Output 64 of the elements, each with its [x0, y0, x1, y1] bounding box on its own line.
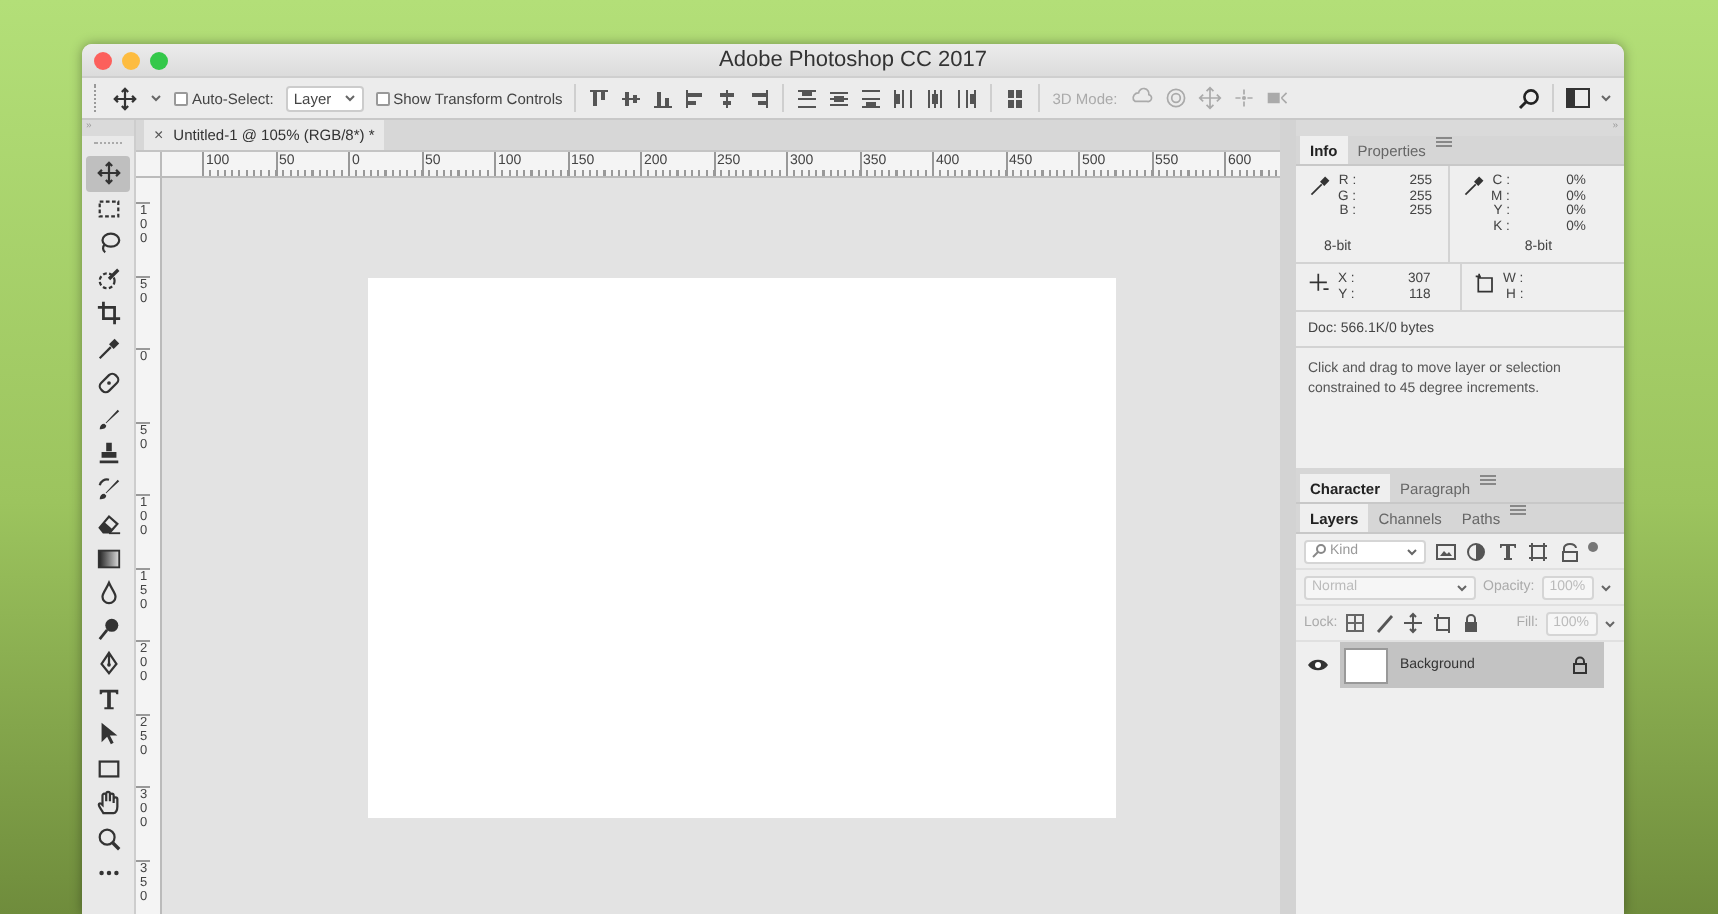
type-filter-icon[interactable] — [1495, 539, 1519, 563]
lock-icon[interactable] — [1572, 656, 1588, 674]
lock-pixels-icon[interactable] — [1344, 612, 1367, 634]
rectangle-icon — [95, 755, 121, 782]
rectangular-marquee-icon — [95, 195, 121, 222]
distribute-left-icon[interactable] — [892, 87, 915, 109]
pen-icon — [95, 650, 121, 677]
close-icon[interactable]: × — [154, 126, 164, 144]
gradient-icon — [95, 545, 121, 572]
move-tool-button[interactable] — [86, 156, 130, 191]
workspace-icon[interactable] — [1566, 88, 1590, 108]
eyedropper-icon[interactable] — [1461, 174, 1485, 198]
caret-icon — [1456, 581, 1468, 593]
search-icon — [1312, 544, 1326, 558]
move-icon[interactable] — [112, 85, 138, 111]
distribute-bottom-icon[interactable] — [860, 87, 883, 109]
distribute-spacing-icon[interactable] — [1004, 87, 1027, 109]
layer-thumbnail — [1344, 647, 1388, 683]
lock-position-icon[interactable] — [1402, 612, 1425, 634]
move-icon — [95, 160, 121, 187]
lock-all-icon[interactable] — [1460, 612, 1483, 634]
smart-object-filter-icon[interactable] — [1557, 539, 1581, 563]
align-middle-icon[interactable] — [620, 87, 643, 109]
dodge-icon — [95, 615, 121, 642]
history-brush-icon — [95, 475, 121, 502]
window-title: Adobe Photoshop CC 2017 — [719, 48, 987, 72]
distribute-top-icon[interactable] — [796, 87, 819, 109]
align-top-icon[interactable] — [588, 87, 611, 109]
drop-icon — [95, 580, 121, 607]
selection-size-icon — [1473, 272, 1497, 296]
lasso-icon — [95, 230, 121, 257]
search-icon[interactable] — [1518, 87, 1540, 109]
eraser-icon — [95, 510, 121, 537]
lock-paint-icon[interactable] — [1373, 612, 1396, 634]
caret-icon — [343, 92, 356, 104]
quick-selection-icon — [95, 265, 121, 292]
align-bottom-icon[interactable] — [652, 87, 675, 109]
brush-icon — [95, 405, 121, 432]
eyedropper-icon[interactable] — [1308, 174, 1332, 198]
caret-icon — [1600, 92, 1612, 104]
stamp-icon — [95, 440, 121, 467]
caret-icon — [1604, 617, 1616, 629]
eyedropper-icon — [95, 335, 121, 362]
distribute-middle-icon[interactable] — [828, 87, 851, 109]
align-right-icon[interactable] — [748, 87, 771, 109]
type-icon — [95, 685, 121, 712]
shape-filter-icon[interactable] — [1526, 539, 1550, 563]
hand-icon — [95, 790, 121, 817]
distribute-center-icon[interactable] — [924, 87, 947, 109]
bandage-icon — [95, 370, 121, 397]
distribute-right-icon[interactable] — [956, 87, 979, 109]
caret-icon — [1600, 581, 1613, 593]
align-left-icon[interactable] — [684, 87, 707, 109]
zoom-icon — [95, 825, 121, 852]
crop-icon — [95, 300, 121, 327]
eye-icon[interactable] — [1308, 658, 1328, 672]
caret-icon — [150, 92, 162, 104]
image-filter-icon[interactable] — [1433, 539, 1457, 563]
caret-icon — [1406, 545, 1418, 557]
lock-artboard-icon[interactable] — [1431, 612, 1454, 634]
crosshair-icon — [1308, 272, 1332, 296]
adjustment-filter-icon[interactable] — [1464, 539, 1488, 563]
align-center-icon[interactable] — [716, 87, 739, 109]
filter-toggle[interactable] — [1588, 542, 1598, 552]
